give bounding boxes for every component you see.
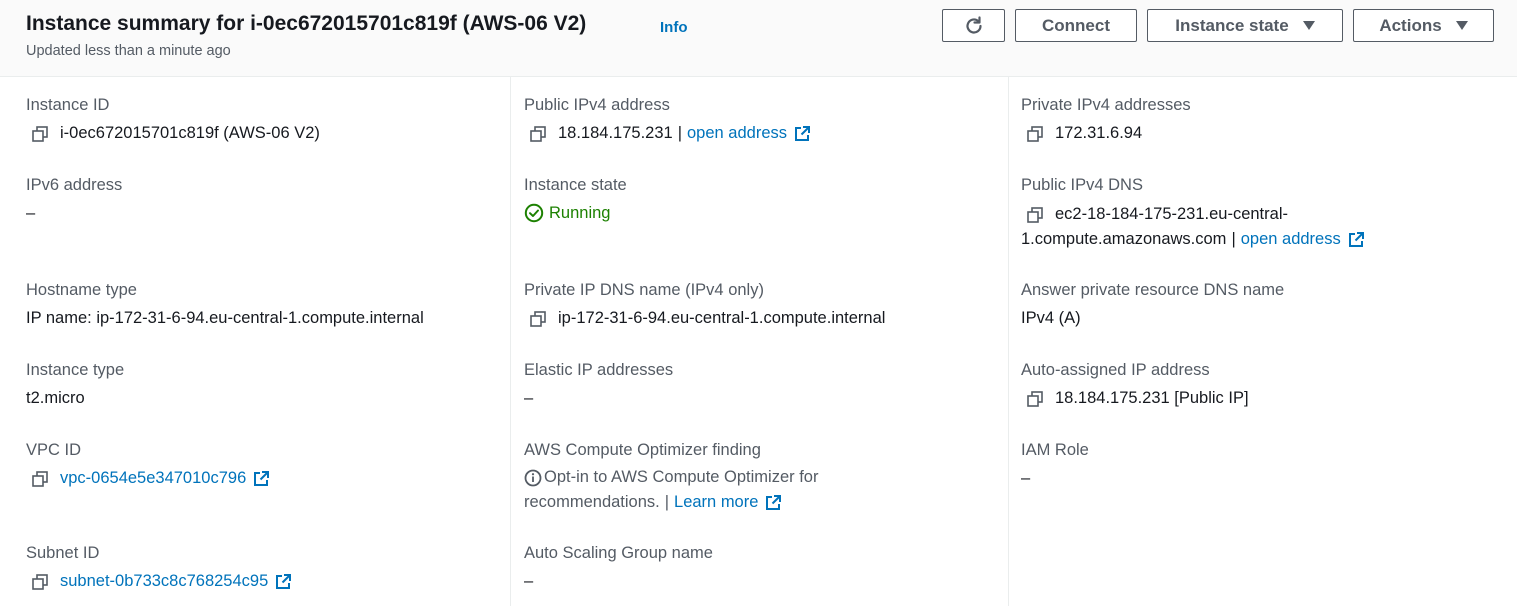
optimizer-text-line1: Opt-in to AWS Compute Optimizer for	[544, 468, 819, 486]
actions-button[interactable]: Actions	[1353, 9, 1494, 42]
elastic-ip-label: Elastic IP addresses	[524, 361, 674, 379]
copy-icon[interactable]	[1027, 206, 1043, 223]
optimizer-value: Opt-in to AWS Compute Optimizer for reco…	[524, 465, 818, 515]
open-address-link[interactable]: open address	[1241, 227, 1341, 252]
separator: |	[664, 493, 670, 511]
public-ipv4-label: Public IPv4 address	[524, 96, 670, 114]
vpc-id-value: vpc-0654e5e347010c796	[32, 469, 270, 488]
info-circle-icon	[524, 469, 542, 486]
hostname-type-value: IP name: ip-172-31-6-94.eu-central-1.com…	[26, 309, 424, 327]
column-divider	[1008, 77, 1009, 606]
instance-state-label: Instance state	[1175, 15, 1289, 35]
copy-icon[interactable]	[1027, 390, 1043, 407]
optimizer-text-line2: recommendations.	[524, 493, 660, 511]
subnet-id-label: Subnet ID	[26, 544, 100, 562]
check-circle-icon	[524, 203, 544, 223]
asg-value: –	[524, 572, 534, 590]
separator: |	[677, 124, 682, 142]
page-header: Instance summary for i-0ec672015701c819f…	[0, 0, 1517, 77]
instance-state-button[interactable]: Instance state	[1147, 9, 1343, 42]
optimizer-label: AWS Compute Optimizer finding	[524, 441, 761, 459]
auto-ip-text: 18.184.175.231 [Public IP]	[1055, 389, 1249, 407]
refresh-button[interactable]	[942, 9, 1005, 42]
vpc-id-label: VPC ID	[26, 441, 82, 459]
public-dns-value: ec2-18-184-175-231.eu-central- 1.compute…	[1021, 202, 1365, 252]
iam-role-label: IAM Role	[1021, 441, 1089, 459]
public-dns-label: Public IPv4 DNS	[1021, 176, 1143, 194]
learn-more-link[interactable]: Learn more	[674, 490, 758, 515]
private-ipv4-label: Private IPv4 addresses	[1021, 96, 1191, 114]
private-dns-text: ip-172-31-6-94.eu-central-1.compute.inte…	[558, 309, 886, 327]
iam-role-value: –	[1021, 469, 1031, 487]
instance-id-label: Instance ID	[26, 96, 110, 114]
caret-down-icon	[1302, 21, 1315, 30]
running-status: Running	[549, 203, 611, 222]
refresh-icon	[965, 15, 982, 34]
public-dns-line2: 1.compute.amazonaws.com	[1021, 230, 1227, 248]
open-address-link[interactable]: open address	[687, 124, 787, 143]
copy-icon[interactable]	[32, 470, 48, 487]
hostname-type-label: Hostname type	[26, 281, 137, 299]
private-dns-label: Private IP DNS name (IPv4 only)	[524, 281, 764, 299]
instance-id-value: i-0ec672015701c819f (AWS-06 V2)	[32, 124, 320, 143]
public-ipv4-value: 18.184.175.231 | open address	[530, 124, 811, 143]
external-link-icon	[766, 494, 782, 510]
copy-icon[interactable]	[32, 125, 48, 142]
ipv6-label: IPv6 address	[26, 176, 123, 194]
auto-ip-label: Auto-assigned IP address	[1021, 361, 1210, 379]
copy-icon[interactable]	[32, 573, 48, 590]
vpc-id-link[interactable]: vpc-0654e5e347010c796	[60, 469, 246, 488]
instance-type-label: Instance type	[26, 361, 125, 379]
actions-label: Actions	[1379, 15, 1442, 35]
subnet-id-link[interactable]: subnet-0b733c8c768254c95	[60, 572, 268, 591]
public-ipv4-text: 18.184.175.231	[558, 124, 673, 142]
external-link-icon	[795, 125, 810, 141]
updated-status: Updated less than a minute ago	[26, 43, 231, 59]
copy-icon[interactable]	[1027, 125, 1043, 142]
instance-state-value: Running	[524, 203, 610, 223]
caret-down-icon	[1455, 21, 1468, 30]
external-link-icon	[254, 470, 270, 486]
subnet-id-value: subnet-0b733c8c768254c95	[32, 572, 292, 591]
copy-icon[interactable]	[530, 310, 546, 327]
instance-type-value: t2.micro	[26, 389, 85, 407]
public-dns-line1: ec2-18-184-175-231.eu-central-	[1055, 205, 1288, 223]
copy-icon[interactable]	[530, 125, 546, 142]
asg-label: Auto Scaling Group name	[524, 544, 713, 562]
external-link-icon	[1348, 231, 1364, 247]
elastic-ip-value: –	[524, 389, 534, 407]
private-ipv4-text: 172.31.6.94	[1055, 124, 1143, 142]
private-ipv4-value: 172.31.6.94	[1027, 124, 1142, 143]
instance-id-text: i-0ec672015701c819f (AWS-06 V2)	[60, 124, 320, 142]
column-divider	[510, 77, 511, 606]
page-title: Instance summary for i-0ec672015701c819f…	[26, 12, 587, 35]
ipv6-value: –	[26, 204, 36, 222]
private-dns-value: ip-172-31-6-94.eu-central-1.compute.inte…	[530, 309, 885, 328]
instance-state-label-field: Instance state	[524, 176, 627, 194]
info-link[interactable]: Info	[660, 19, 688, 36]
answer-dns-value: IPv4 (A)	[1021, 309, 1081, 327]
separator: |	[1231, 230, 1236, 248]
external-link-icon	[276, 573, 292, 589]
answer-dns-label: Answer private resource DNS name	[1021, 281, 1285, 299]
auto-ip-value: 18.184.175.231 [Public IP]	[1027, 389, 1249, 408]
connect-button[interactable]: Connect	[1015, 9, 1137, 42]
